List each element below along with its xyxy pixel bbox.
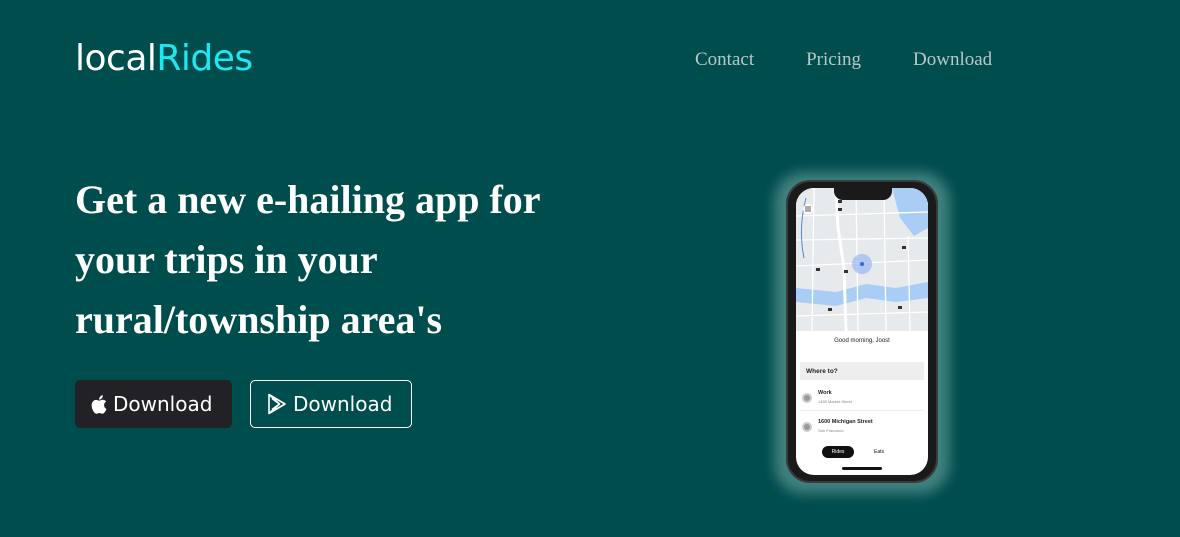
nav-download[interactable]: Download	[913, 49, 992, 71]
phone-screen: Good morning, Joost Where to? Work 1455 …	[796, 188, 928, 475]
greeting-text: Good morning, Joost	[834, 338, 890, 344]
phone-map	[796, 188, 928, 332]
hero-headline: Get a new e-hailing app for your trips i…	[75, 177, 540, 342]
place-pin-icon	[802, 393, 812, 403]
tab-rides: Rides	[822, 446, 854, 458]
phone-tab-bar: Rides Eats	[796, 446, 928, 460]
nav-contact[interactable]: Contact	[695, 49, 754, 71]
place-pin-icon	[802, 422, 812, 432]
ios-download-label: Download	[113, 392, 213, 416]
saved-place-title: Work	[818, 390, 832, 396]
top-nav: Contact Pricing Download	[695, 49, 992, 71]
tab-eats: Eats	[874, 449, 885, 455]
play-download-label: Download	[293, 392, 393, 416]
logo[interactable]: localRides	[75, 38, 253, 79]
play-download-button[interactable]: Download	[250, 380, 412, 428]
phone-notch	[834, 188, 892, 200]
apple-icon	[91, 394, 107, 414]
google-play-icon	[267, 393, 287, 415]
saved-place-subtitle: San Francisco	[818, 428, 844, 433]
where-to-input: Where to?	[800, 362, 924, 380]
ios-download-button[interactable]: Download	[75, 380, 232, 428]
nav-pricing[interactable]: Pricing	[806, 49, 861, 71]
saved-place-title: 1600 Michigan Street	[818, 419, 873, 425]
home-indicator	[842, 467, 882, 470]
saved-place-item: Work 1455 Market Street	[800, 385, 924, 411]
phone-mockup: Good morning, Joost Where to? Work 1455 …	[786, 180, 938, 483]
logo-part-rides: Rides	[156, 38, 253, 79]
logo-part-local: local	[75, 38, 157, 79]
saved-place-subtitle: 1455 Market Street	[818, 399, 853, 404]
saved-place-item: 1600 Michigan Street San Francisco	[800, 414, 924, 440]
